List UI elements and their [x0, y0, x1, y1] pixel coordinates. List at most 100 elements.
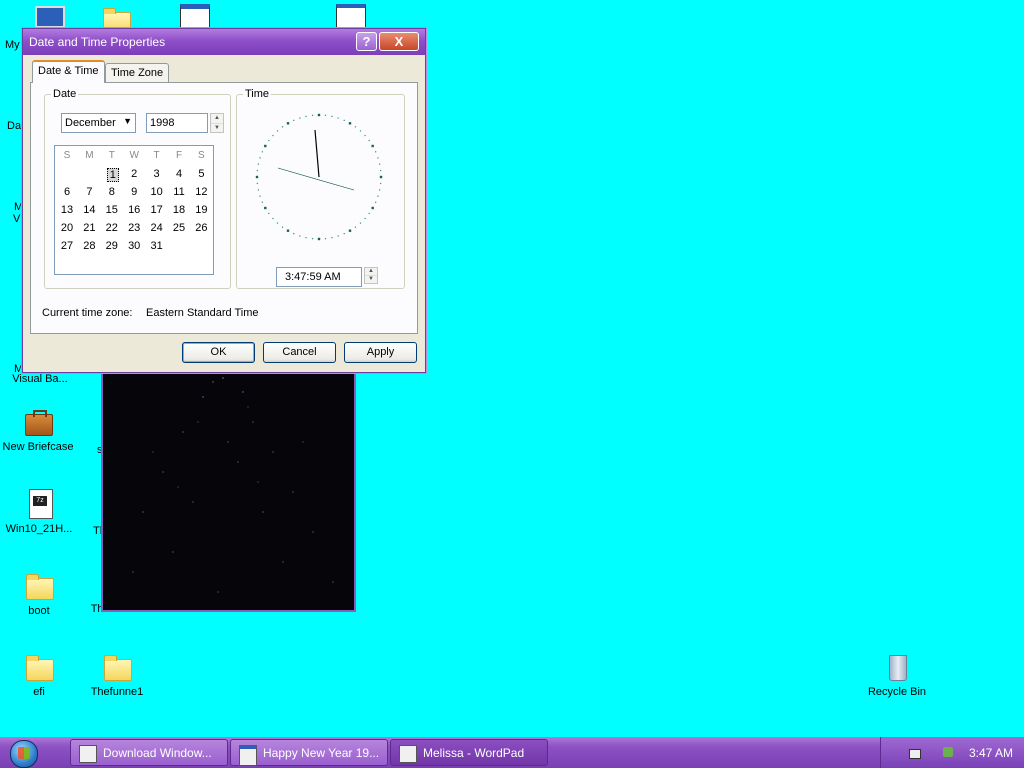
clock-tick: [293, 119, 295, 121]
folder-icon: [23, 651, 55, 683]
keyboard-icon[interactable]: [909, 749, 921, 759]
desktop-icon-boot[interactable]: boot: [0, 570, 79, 618]
calendar-day[interactable]: 16: [123, 204, 145, 216]
clock-tick: [261, 201, 263, 203]
folder-icon: [23, 570, 55, 602]
desktop-icon-installer[interactable]: [334, 2, 368, 33]
calendar-day[interactable]: 29: [101, 240, 123, 252]
calendar-day[interactable]: 15: [101, 204, 123, 216]
network-icon[interactable]: [943, 747, 953, 757]
calendar-day[interactable]: 6: [56, 186, 78, 198]
tab-time-zone[interactable]: Time Zone: [105, 63, 170, 83]
calendar-day[interactable]: 3: [146, 168, 168, 180]
desktop-icon-new-briefcase[interactable]: New Briefcase: [0, 406, 78, 454]
desktop-icon-label: Win10_21H...: [5, 523, 73, 535]
cancel-button[interactable]: Cancel: [263, 342, 336, 363]
clock-tick: [364, 217, 366, 220]
clock-tick: [331, 237, 333, 239]
calendar-day[interactable]: 22: [101, 222, 123, 234]
calendar-day[interactable]: 13: [56, 204, 78, 216]
taskbar-clock[interactable]: 3:47 AM: [969, 746, 1013, 760]
time-field[interactable]: 3:47:59 AM: [276, 267, 362, 287]
system-tray: 3:47 AM: [880, 737, 1024, 768]
start-button[interactable]: [10, 740, 38, 768]
calendar-day[interactable]: 12: [190, 186, 212, 198]
calendar-day[interactable]: 20: [56, 222, 78, 234]
clock-tick: [359, 222, 362, 224]
year-field[interactable]: 1998: [146, 113, 208, 133]
desktop-icon-label: Recycle Bin: [867, 686, 927, 698]
calendar-day[interactable]: 4: [168, 168, 190, 180]
calendar-day[interactable]: 21: [78, 222, 100, 234]
clock-tick: [337, 117, 339, 119]
calendar-day[interactable]: 10: [146, 186, 168, 198]
desktop-icon-thefunne1-b[interactable]: Thefunne1: [77, 651, 157, 699]
desktop-icon-label: boot: [28, 605, 50, 617]
calendar-day[interactable]: 24: [146, 222, 168, 234]
clock-tick: [305, 115, 307, 117]
calendar-day[interactable]: 25: [168, 222, 190, 234]
calendar-day[interactable]: 31: [146, 240, 168, 252]
spinner-up-icon: ▲: [365, 268, 377, 276]
calendar-day[interactable]: 14: [78, 204, 100, 216]
calendar-day[interactable]: 30: [123, 240, 145, 252]
calendar-day[interactable]: 27: [56, 240, 78, 252]
clock-tick: [379, 189, 381, 191]
clock-tick: [286, 122, 290, 125]
calendar-day[interactable]: 23: [123, 222, 145, 234]
clock-tick: [311, 238, 314, 240]
calendar-day[interactable]: 7: [78, 186, 100, 198]
help-button[interactable]: ?: [356, 32, 377, 51]
calendar-day[interactable]: 8: [101, 186, 123, 198]
briefcase-icon: [22, 406, 54, 438]
tab-date-time[interactable]: Date & Time: [32, 60, 105, 83]
clock-tick: [276, 130, 279, 132]
desktop-icon-label: efi: [33, 686, 45, 698]
time-spinner[interactable]: ▲ ▼: [364, 267, 378, 284]
desktop-icon-label: Visual Ba...: [12, 373, 68, 385]
tab-panel: Date December ▼ 1998 ▲ ▼ SMTWTFS123456789…: [30, 82, 418, 334]
desktop-icon-recycle-bin[interactable]: Recycle Bin: [857, 651, 937, 699]
calendar-weekday-header: T: [108, 150, 115, 161]
close-button[interactable]: X: [379, 32, 419, 51]
calendar-day[interactable]: 28: [78, 240, 100, 252]
clock-tick: [255, 175, 259, 179]
calendar-day[interactable]: 26: [190, 222, 212, 234]
clock-tick: [379, 163, 381, 165]
starfield-canvas: [132, 371, 334, 593]
calendar-day[interactable]: 19: [190, 204, 212, 216]
clock-tick: [264, 206, 267, 210]
calendar-day[interactable]: 18: [168, 204, 190, 216]
clock-tick: [317, 237, 321, 241]
desktop-icon-label-v: V: [13, 213, 21, 225]
apply-button[interactable]: Apply: [344, 342, 417, 363]
desktop-icon-efi[interactable]: efi: [0, 651, 79, 699]
desktop-icon-label-da: Da: [7, 120, 22, 132]
ok-button[interactable]: OK: [182, 342, 255, 363]
clock-tick: [299, 235, 301, 237]
calendar-grid[interactable]: S M T W T F S 1 2 3 4 5 6 7 8 9 10 11 12 13 14 15 16 17 18 19 20 21…: [54, 145, 214, 275]
clock-tick: [256, 182, 258, 185]
calendar-day[interactable]: 11: [168, 186, 190, 198]
clock-tick: [305, 237, 307, 239]
desktop-icon-win10[interactable]: 7z Win10_21H...: [0, 488, 79, 536]
calendar-day[interactable]: 5: [190, 168, 212, 180]
task-wordpad[interactable]: Melissa - WordPad: [390, 739, 548, 766]
calendar-day[interactable]: 2: [123, 168, 145, 180]
task-download-windows[interactable]: Download Window...: [70, 739, 228, 766]
task-happy-new-year[interactable]: Happy New Year 19...: [230, 739, 388, 766]
clock-tick: [317, 113, 321, 117]
clock-tick: [371, 206, 374, 210]
clock-tick: [371, 144, 374, 148]
clock-tick: [261, 151, 263, 153]
calendar-day[interactable]: 9: [123, 186, 145, 198]
clock-hour-hand: [277, 167, 355, 191]
clock-tick: [343, 233, 345, 235]
calendar-day[interactable]: 17: [146, 204, 168, 216]
year-spinner[interactable]: ▲ ▼: [210, 113, 224, 133]
clock-tick: [331, 115, 333, 117]
month-select[interactable]: December ▼: [61, 113, 136, 133]
dialog-titlebar[interactable]: Date and Time Properties ? X: [23, 29, 425, 55]
starfield-window[interactable]: [101, 360, 356, 612]
calendar-day[interactable]: 1: [106, 168, 119, 182]
